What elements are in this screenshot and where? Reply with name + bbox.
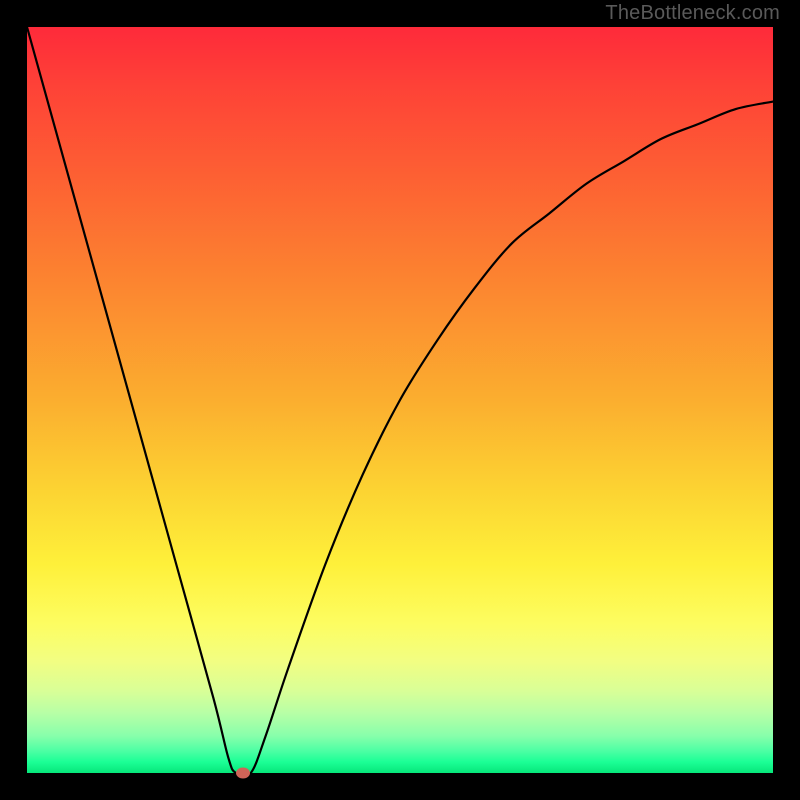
plot-area xyxy=(27,27,773,773)
watermark-text: TheBottleneck.com xyxy=(605,2,780,25)
chart-frame: TheBottleneck.com xyxy=(0,0,800,800)
min-marker-dot xyxy=(236,768,250,779)
bottleneck-curve xyxy=(27,27,773,773)
